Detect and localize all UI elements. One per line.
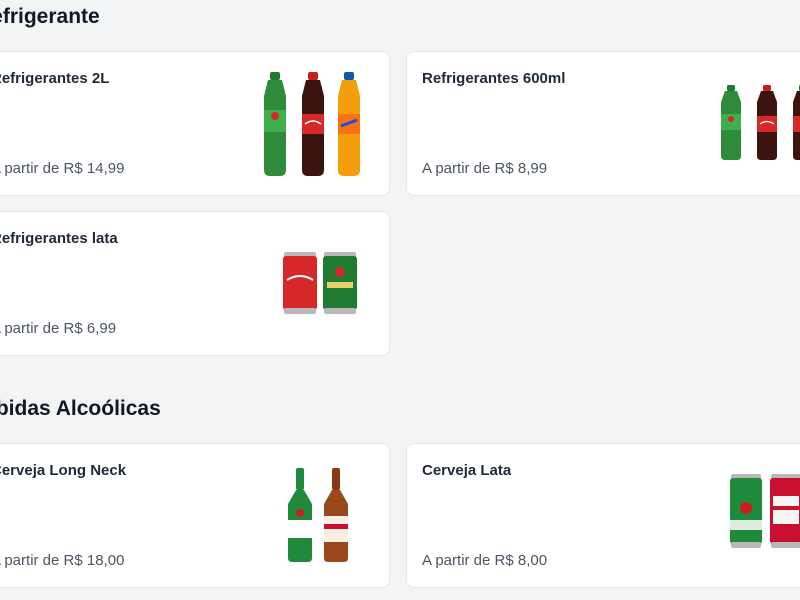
product-card-refrigerantes-2l[interactable]: Refrigerantes 2L A partir de R$ 14,99: [0, 51, 390, 196]
product-card-cerveja-lata[interactable]: Cerveja Lata A partir de R$ 8,00: [406, 443, 800, 588]
product-card-refrigerantes-600ml[interactable]: Refrigerantes 600ml A partir de R$ 8,99: [406, 51, 800, 196]
product-price: A partir de R$ 14,99: [0, 160, 125, 177]
product-price: A partir de R$ 8,00: [422, 552, 548, 569]
product-card-refrigerantes-lata[interactable]: Refrigerantes lata A partir de R$ 6,99: [0, 211, 390, 356]
product-price: A partir de R$ 18,00: [0, 552, 125, 569]
section-title-bebidas-alcoolicas: Bebidas Alcoólicas: [0, 397, 161, 420]
section-title-refrigerante: Refrigerante: [0, 5, 100, 28]
soda-600ml-bottles-image: [719, 84, 800, 162]
catalog-viewport: Refrigerante Refrigerantes 2L A partir d…: [0, 0, 800, 600]
product-name: Refrigerantes 600ml: [422, 70, 566, 87]
soda-cans-image: [281, 250, 361, 316]
soda-2l-bottles-image: [256, 70, 376, 178]
product-name: Refrigerantes 2L: [0, 70, 110, 87]
product-name: Refrigerantes lata: [0, 230, 118, 247]
product-price: A partir de R$ 8,99: [422, 160, 548, 177]
beer-long-neck-bottles-image: [288, 466, 350, 564]
beer-cans-image: [729, 472, 800, 550]
product-name: Cerveja Long Neck: [0, 462, 127, 479]
product-price: A partir de R$ 6,99: [0, 320, 117, 337]
product-name: Cerveja Lata: [422, 462, 512, 479]
product-card-cerveja-long-neck[interactable]: Cerveja Long Neck A partir de R$ 18,00: [0, 443, 390, 588]
